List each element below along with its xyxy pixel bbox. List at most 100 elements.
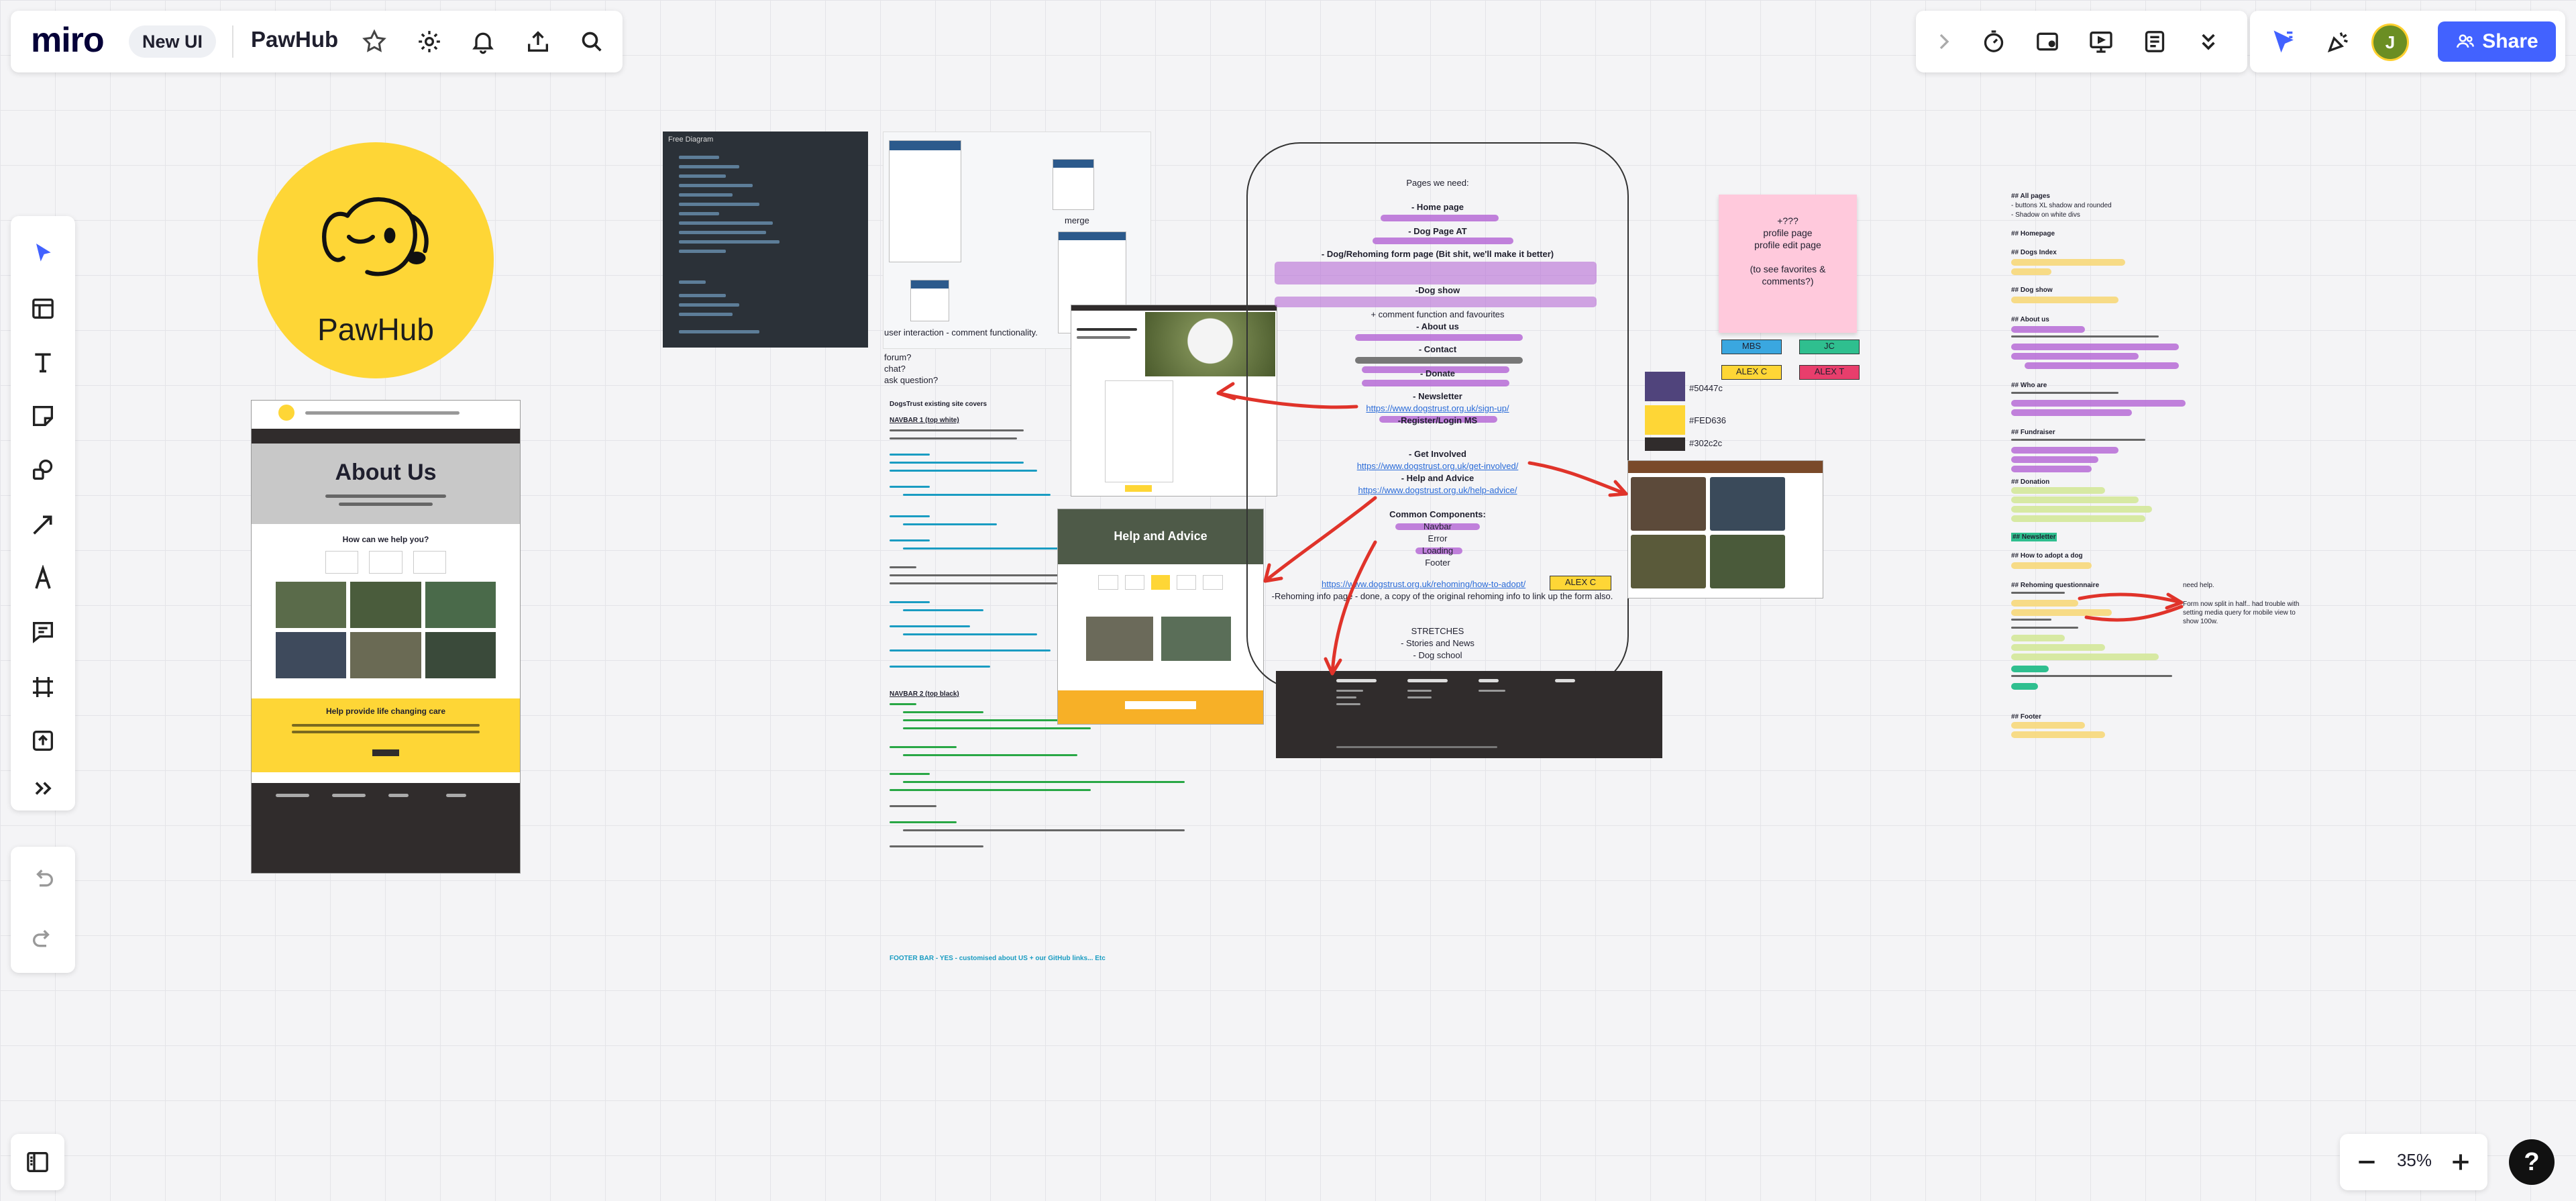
photo-tile[interactable] (276, 582, 347, 628)
swatch-yellow[interactable] (1645, 405, 1685, 435)
new-ui-badge[interactable]: New UI (129, 25, 217, 58)
help-card[interactable] (1098, 575, 1118, 590)
dog-card[interactable] (1631, 535, 1706, 588)
yellow-banner: Help provide life changing care (252, 698, 520, 772)
signup-button[interactable] (1125, 485, 1152, 492)
sticky-note[interactable]: +??? profile page profile edit page (to … (1719, 195, 1857, 333)
help-icons (325, 551, 446, 574)
celebrate-icon[interactable] (2318, 21, 2359, 62)
board-name[interactable]: PawHub (251, 27, 338, 52)
component-item: Loading (1421, 545, 1454, 556)
table-favourites[interactable] (910, 280, 949, 321)
zoom-out-icon[interactable] (2347, 1142, 2387, 1182)
name-tag-alex-t[interactable]: ALEX T (1799, 365, 1860, 380)
swatch-yellow-label: #FED636 (1689, 415, 1726, 425)
left-toolbar (11, 216, 75, 811)
alex-c-tag[interactable]: ALEX C (1550, 576, 1611, 590)
banner-button[interactable] (372, 749, 399, 756)
pawhub-logo[interactable]: PawHub (258, 142, 494, 378)
swatch-navy[interactable] (1645, 372, 1685, 401)
name-tag-alex-c[interactable]: ALEX C (1721, 365, 1782, 380)
select-tool-icon[interactable] (23, 233, 63, 274)
zoom-in-icon[interactable] (2440, 1142, 2481, 1182)
help-card[interactable] (1203, 575, 1223, 590)
redo-icon[interactable] (23, 918, 63, 958)
connector-tool-icon[interactable] (23, 505, 63, 545)
avatar[interactable]: J (2373, 25, 2407, 59)
code-line (679, 280, 706, 284)
star-icon[interactable] (354, 21, 394, 62)
notes-icon[interactable] (2135, 21, 2175, 62)
dog-card[interactable] (1710, 477, 1785, 531)
help-button[interactable]: ? (2509, 1139, 2555, 1185)
upload-tool-icon[interactable] (23, 721, 63, 761)
help-band-button[interactable] (1125, 701, 1196, 709)
how-to-adopt-link[interactable]: https://www.dogstrust.org.uk/rehoming/ho… (1322, 578, 1525, 590)
comment-tool-icon[interactable] (23, 612, 63, 652)
zoom-level[interactable]: 35% (2391, 1150, 2438, 1171)
settings-icon[interactable] (409, 21, 449, 62)
undo-icon[interactable] (23, 857, 63, 898)
timer-icon[interactable] (1974, 21, 2014, 62)
forum-note: forum? (884, 352, 912, 362)
page-item: - Dog/Rehoming form page (Bit shit, we'l… (1321, 249, 1554, 259)
help-card[interactable] (1176, 575, 1197, 590)
cursor-follow-icon[interactable] (2263, 21, 2304, 62)
more-tools-icon[interactable] (23, 773, 63, 804)
name-tag-jc[interactable]: JC (1799, 340, 1860, 354)
get-involved-link[interactable]: https://www.dogstrust.org.uk/get-involve… (1248, 460, 1627, 472)
dog-card[interactable] (1710, 535, 1785, 588)
pages-we-need-box[interactable]: Pages we need: - Home page - Dog Page AT… (1246, 142, 1629, 690)
miro-logo[interactable]: miro (31, 20, 105, 60)
note-text (903, 633, 1037, 635)
shapes-tool-icon[interactable] (23, 450, 63, 490)
text-tool-icon[interactable] (23, 342, 63, 382)
photo-tile[interactable] (425, 582, 496, 628)
help-card[interactable] (1151, 575, 1170, 590)
card-icon[interactable] (2027, 21, 2068, 62)
note-text (903, 727, 1091, 729)
help-card[interactable] (1124, 575, 1145, 590)
note-heading: ## About us (2011, 316, 2049, 323)
right-notes[interactable]: ## All pages - buttons XL shadow and rou… (2011, 192, 2387, 755)
upload-icon[interactable] (518, 21, 558, 62)
users-icon (2457, 34, 2475, 48)
help-card[interactable] (413, 551, 446, 574)
signup-link[interactable]: https://www.dogstrust.org.uk/sign-up/ (1248, 403, 1627, 414)
search-icon[interactable] (572, 21, 612, 62)
photo-tile[interactable] (425, 632, 496, 678)
name-tag-mbs[interactable]: MBS (1721, 340, 1782, 354)
table-users[interactable] (889, 140, 961, 262)
photo-tile[interactable] (350, 632, 421, 678)
photo-tile[interactable] (350, 582, 421, 628)
highlight-mark (2011, 487, 2105, 494)
footer-mockup[interactable] (1276, 671, 1662, 758)
note-heading: ## Rehoming questionnaire (2011, 582, 2100, 589)
table-dogs[interactable] (1053, 159, 1094, 210)
dog-card[interactable] (1631, 477, 1706, 531)
template-tool-icon[interactable] (23, 289, 63, 329)
bell-icon[interactable] (463, 21, 503, 62)
highlight-mark (2025, 362, 2179, 369)
frame-tool-icon[interactable] (23, 667, 63, 707)
more-chevrons-icon[interactable] (2188, 21, 2229, 62)
dogs-grid-mockup[interactable] (1627, 460, 1823, 598)
help-advice-link[interactable]: https://www.dogstrust.org.uk/help-advice… (1248, 484, 1627, 496)
photo-tile[interactable] (276, 632, 347, 678)
present-icon[interactable] (2081, 21, 2121, 62)
sidebar-panel-icon[interactable] (17, 1142, 58, 1182)
swatch-dark[interactable] (1645, 437, 1685, 451)
about-us-mockup[interactable]: About Us How can we help you? Help provi… (251, 400, 521, 874)
pen-tool-icon[interactable] (23, 558, 63, 598)
help-card[interactable] (369, 551, 402, 574)
share-button[interactable]: Share (2438, 21, 2556, 62)
sticky-note-tool-icon[interactable] (23, 396, 63, 436)
free-diagram[interactable]: Free Diagram (663, 132, 868, 348)
swatch-dark-label: #302c2c (1689, 438, 1723, 448)
chevron-right-icon[interactable] (1924, 21, 1964, 62)
page-item: - About us (1416, 321, 1459, 331)
sticky-line: profile page (1763, 227, 1813, 238)
note-text (890, 666, 990, 668)
help-card[interactable] (325, 551, 359, 574)
help-advice-mockup[interactable]: Help and Advice (1057, 509, 1264, 725)
